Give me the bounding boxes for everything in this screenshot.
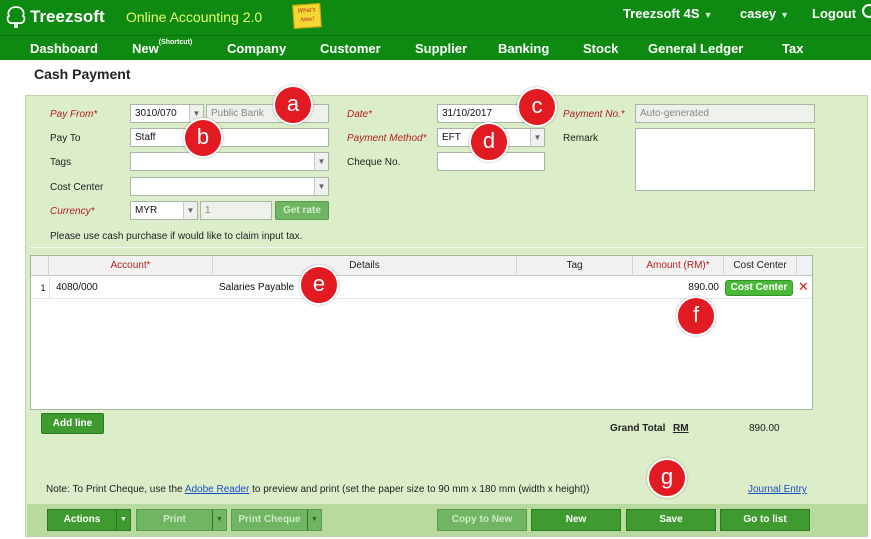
whats-new-sticker[interactable]: What's New! [292, 3, 322, 29]
user-menu[interactable]: casey ▼ [740, 6, 789, 21]
tags-select[interactable]: ▼ [130, 152, 329, 171]
cost-center-select[interactable]: ▼ [130, 177, 329, 196]
tag-header[interactable]: Tag [517, 256, 633, 276]
grand-total-currency: RM [673, 423, 689, 434]
amount-header[interactable]: Amount (RM)* [633, 256, 724, 276]
date-label: Date* [347, 109, 373, 120]
company-name: Treezsoft 4S [623, 6, 700, 21]
cell-divider [49, 277, 50, 299]
payment-method-label: Payment Method* [347, 133, 427, 144]
account-header[interactable]: Account* [49, 256, 213, 276]
annotation-marker-e: e [299, 265, 339, 305]
cost-center-label: Cost Center [50, 182, 104, 193]
currency-label: Currency* [50, 206, 95, 217]
print-label: Print [163, 514, 186, 525]
nav-company[interactable]: Company [227, 41, 286, 56]
payment-method-value: EFT [442, 132, 461, 143]
page-title: Cash Payment [34, 66, 131, 82]
currency-select[interactable]: MYR ▼ [130, 201, 198, 220]
grand-total-value: 890.00 [749, 423, 780, 434]
chevron-down-icon[interactable]: ▼ [530, 129, 544, 146]
nav-tax[interactable]: Tax [782, 41, 803, 56]
annotation-marker-a: a [273, 85, 313, 125]
app-name: Online Accounting 2.0 [126, 9, 263, 25]
divider [30, 247, 865, 248]
payment-no-input: Auto-generated [635, 104, 815, 123]
nav-banking[interactable]: Banking [498, 41, 549, 56]
chevron-down-icon[interactable]: ▼ [314, 153, 328, 170]
copy-to-new-button[interactable]: Copy to New [437, 509, 527, 531]
account-cell[interactable]: 4080/000 [56, 277, 98, 299]
row-number: 1 [40, 283, 46, 293]
exchange-rate-input: 1 [200, 201, 272, 220]
payment-no-label: Payment No.* [563, 109, 625, 120]
annotation-marker-f: f [676, 296, 716, 336]
nav-customer[interactable]: Customer [320, 41, 381, 56]
chevron-down-icon: ▼ [780, 10, 790, 20]
row-number-header [31, 256, 49, 276]
cost-center-header[interactable]: Cost Center [724, 256, 797, 276]
cheque-no-label: Cheque No. [347, 157, 401, 168]
remark-textarea[interactable] [635, 128, 815, 191]
nav-new-label: New [132, 41, 159, 56]
print-note-text-before: Note: To Print Cheque, use the [46, 484, 183, 495]
user-name: casey [740, 6, 777, 21]
tree-icon [6, 6, 26, 28]
chevron-down-icon[interactable]: ▼ [314, 178, 328, 195]
annotation-marker-c: c [517, 87, 557, 127]
chevron-down-icon[interactable]: ▼ [183, 202, 197, 219]
annotation-marker-d: d [469, 122, 509, 162]
pay-from-label: Pay From* [50, 109, 98, 120]
details-header[interactable]: Details [213, 256, 517, 276]
print-note-text-after: to preview and print (set the paper size… [252, 484, 590, 495]
nav-new[interactable]: New(Shortcut) [132, 39, 193, 56]
chevron-down-icon[interactable]: ▼ [212, 510, 226, 530]
main-nav: Dashboard New(Shortcut) Company Customer… [0, 35, 871, 60]
nav-new-shortcut: (Shortcut) [158, 39, 193, 46]
journal-entry-link[interactable]: Journal Entry [748, 484, 807, 495]
globe-icon[interactable] [862, 4, 871, 18]
chevron-down-icon[interactable]: ▼ [116, 510, 130, 530]
amount-cell[interactable]: 890.00 [633, 277, 719, 299]
annotation-marker-g: g [647, 458, 687, 498]
logout-link[interactable]: Logout [812, 6, 856, 21]
print-cheque-label: Print Cheque [238, 514, 301, 525]
save-button[interactable]: Save [626, 509, 716, 531]
print-cheque-button[interactable]: Print Cheque ▼ [231, 509, 322, 531]
nav-dashboard[interactable]: Dashboard [30, 41, 98, 56]
delete-row-icon[interactable]: ✕ [798, 280, 809, 294]
nav-general-ledger[interactable]: General Ledger [648, 41, 743, 56]
action-bar: Actions ▼ Print ▼ Print Cheque ▼ Copy to… [27, 504, 867, 536]
add-line-button[interactable]: Add line [41, 413, 104, 434]
pay-to-input[interactable]: Staff [130, 128, 329, 147]
details-cell[interactable]: Salaries Payable [219, 277, 294, 299]
currency-value: MYR [135, 205, 158, 216]
chevron-down-icon: ▼ [703, 10, 713, 20]
go-to-list-button[interactable]: Go to list [720, 509, 810, 531]
cost-center-button[interactable]: Cost Center [725, 280, 793, 296]
company-menu[interactable]: Treezsoft 4S ▼ [623, 6, 713, 21]
grid-header: Account* Details Tag Amount (RM)* Cost C… [31, 256, 812, 276]
input-tax-note: Please use cash purchase if would like t… [50, 231, 303, 242]
chevron-down-icon[interactable]: ▼ [307, 510, 321, 530]
new-button[interactable]: New [531, 509, 621, 531]
grand-total-label: Grand Total [610, 423, 666, 434]
print-button[interactable]: Print ▼ [136, 509, 227, 531]
cash-payment-form: Pay From* 3010/070 ▼ Public Bank Pay To … [25, 95, 868, 537]
logo[interactable]: Treezsoft [4, 4, 105, 30]
nav-supplier[interactable]: Supplier [415, 41, 467, 56]
nav-stock[interactable]: Stock [583, 41, 618, 56]
get-rate-button[interactable]: Get rate [275, 201, 329, 220]
tags-label: Tags [50, 157, 72, 168]
remark-label: Remark [563, 133, 599, 144]
print-cheque-note: Note: To Print Cheque, use the Adobe Rea… [46, 484, 589, 495]
actions-label: Actions [63, 514, 101, 525]
top-bar: Treezsoft Online Accounting 2.0 What's N… [0, 0, 871, 35]
actions-button[interactable]: Actions ▼ [47, 509, 131, 531]
adobe-reader-link[interactable]: Adobe Reader [185, 484, 250, 495]
pay-to-label: Pay To [50, 133, 81, 144]
pay-from-code: 3010/070 [135, 108, 177, 119]
annotation-marker-b: b [183, 118, 223, 158]
logo-text: Treezsoft [30, 7, 105, 26]
